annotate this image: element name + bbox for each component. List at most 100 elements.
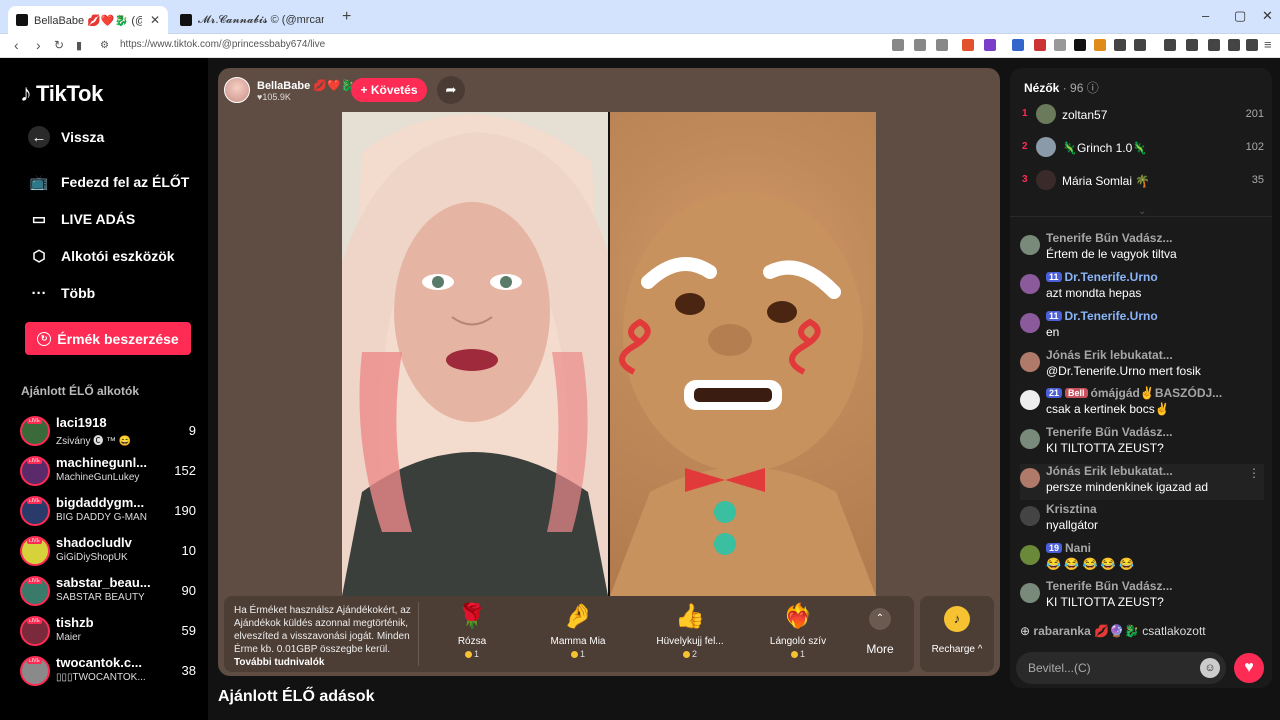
gift-mamma-mia[interactable]: 🤌 Mamma Mia 1 [530,602,626,666]
sidebar-item-creator-tools[interactable]: ⬡ Alkotói eszközök [28,245,175,267]
heart-icon[interactable]: ♥ [1234,653,1264,683]
tiktok-favicon-icon [180,14,192,26]
video-feed-right [610,112,876,596]
avatar: LIVE [20,536,50,566]
browser-tab[interactable]: 𝓜𝓻.𝓒𝓪𝓷𝓷𝓪𝓫𝓲𝓼 © (@mrcannabis_) [172,6,332,34]
avatar: LIVE [20,616,50,646]
join-icon: ⊕ [1020,624,1031,638]
extension-icon[interactable] [1034,39,1046,51]
chat-message[interactable]: 21 Bell ómájgád✌BASZÓDJ... csak a kertinek… [1020,386,1264,422]
brave-shield-icon[interactable] [962,39,974,51]
sidebar-item-label: Alkotói eszközök [61,248,175,264]
extension-icon[interactable] [1094,39,1106,51]
viewers-title[interactable]: Nézők · 96 ⓘ [1024,79,1099,96]
chat-input[interactable]: Bevitel...(C) [1016,652,1226,684]
chat-message[interactable]: Tenerife Bűn Vadász... Értem de le vagyo… [1020,231,1264,267]
creator-item[interactable]: LIVE laci1918 Zsivány 🅒 ™ 😄 9 [20,414,196,448]
viewer-row[interactable]: 2 🦎Grinch 1.0🦎 102 [1022,135,1264,161]
chat-message[interactable]: 19 Nani 😂 😂 😂 😂 😂 [1020,541,1264,577]
creator-item[interactable]: LIVE tishzb Maier 59 [20,614,196,648]
viewer-row[interactable]: 1 zoltan57 201 [1022,102,1264,128]
avatar: LIVE [20,496,50,526]
minimize-button[interactable]: – [1202,8,1209,23]
zoom-icon[interactable] [914,39,926,51]
coin-icon: ↻ [37,331,52,346]
recharge-button[interactable]: ♪ Recharge ^ [920,596,994,672]
avatar [1020,506,1040,526]
more-info-link[interactable]: További tudnivalók [234,657,324,668]
url-text[interactable]: https://www.tiktok.com/@princessbaby674/… [120,39,325,50]
get-coins-button[interactable]: ↻ Érmék beszerzése [25,322,191,355]
chat-message[interactable]: Krisztina nyallgátor [1020,502,1264,538]
more-gifts-button[interactable]: ⌃ More [860,604,900,664]
host-name[interactable]: BellaBabe 💋❤️🐉 [257,79,354,92]
gift-rose[interactable]: 🌹 Rózsa 1 [424,602,520,666]
chat-message[interactable]: 11 Dr.Tenerife.Urno azt mondta hepas [1020,270,1264,306]
more-options-icon[interactable]: ⋮ [1248,466,1260,480]
sidebar-icon[interactable] [1186,39,1198,51]
chat-message[interactable]: Jónás Erik lebukatat... persze mindenkin… [1020,464,1264,500]
coin-icon [790,651,798,659]
follow-button[interactable]: + Követés [351,78,427,102]
site-info-icon[interactable]: ⚙ [100,40,109,51]
coin-icon: ♪ [944,606,970,632]
extension-icon[interactable] [1114,39,1126,51]
share-icon[interactable] [936,39,948,51]
maximize-button[interactable]: ▢ [1234,8,1246,24]
help-icon: ⓘ [1086,81,1099,95]
sidebar-item-more[interactable]: ··· Több [28,282,96,304]
host-avatar[interactable] [224,77,250,103]
chevron-up-icon: ⌃ [869,608,891,630]
tiktok-logo[interactable]: ♪ TikTok [20,80,103,108]
creator-item[interactable]: LIVE shadocludlv GiGiDiyShopUK 10 [20,534,196,568]
sidebar-item-label: Vissza [61,129,105,145]
sidebar-item-explore-live[interactable]: 📺 Fedezd fel az ÉLŐT [28,171,190,193]
creator-item[interactable]: LIVE twocantok.c... ▯▯▯TWOCANTOK... 38 [20,654,196,688]
creator-item[interactable]: LIVE bigdaddygm... BIG DADDY G-MAN 190 [20,494,196,528]
forward-icon[interactable]: › [36,37,41,53]
creator-item[interactable]: LIVE sabstar_beau... SABSTAR BEAUTY 90 [20,574,196,608]
woman-video-illustration [342,112,608,596]
avatar [1020,390,1040,410]
extension-icon[interactable] [1012,39,1024,51]
coin-icon [682,651,690,659]
leo-icon[interactable] [1228,39,1240,51]
avatar [1036,170,1056,190]
new-tab-button[interactable]: + [342,8,351,26]
browser-tab-active[interactable]: BellaBabe 💋❤️🐉 (@princess ✕ [8,6,168,34]
vpn-icon[interactable] [1246,39,1258,51]
bookmark-icon[interactable]: ▮ [76,39,82,52]
menu-icon[interactable]: ≡ [1264,37,1272,52]
coin-icon [570,651,578,659]
extension-icon[interactable] [1074,39,1086,51]
emoji-icon[interactable]: ☺ [1200,658,1220,678]
join-notification: ⊕ rabaranka 💋🔮🐉 csatlakozott [1020,624,1206,638]
back-icon[interactable]: ‹ [14,37,19,53]
gift-heart-on-fire[interactable]: ❤️‍🔥 Lángoló szív 1 [750,602,846,666]
more-icon: ··· [31,284,47,302]
gift-thumbs-up[interactable]: 👍 Hüvelykujj fel... 2 [642,602,738,666]
rewards-icon[interactable] [984,39,996,51]
reload-icon[interactable]: ↻ [54,38,64,52]
close-window-button[interactable]: ✕ [1262,8,1273,24]
extension-icon[interactable] [1164,39,1176,51]
close-tab-icon[interactable]: ✕ [142,13,160,27]
recommended-live-title: Ajánlott ÉLŐ adások [218,688,375,705]
rose-icon: 🌹 [457,603,487,630]
extension-icon[interactable] [1134,39,1146,51]
recommended-creators-title: Ajánlott ÉLŐ alkotók [21,384,140,398]
extension-icon[interactable] [1054,39,1066,51]
share-icon[interactable]: ➦ [437,76,465,104]
chat-message[interactable]: Jónás Erik lebukatat... @Dr.Tenerife.Urn… [1020,348,1264,384]
chat-message[interactable]: Tenerife Bűn Vadász... KI TILTOTTA ZEUST… [1020,425,1264,461]
wallet-icon[interactable] [1208,39,1220,51]
sidebar-item-back[interactable]: ← Vissza [28,126,104,148]
creator-item[interactable]: LIVE machinegunl... MachineGunLukey 152 [20,454,196,488]
viewer-row[interactable]: 3 Mária Somlai 🌴 35 [1022,168,1264,194]
chat-message[interactable]: Tenerife Bűn Vadász... KI TILTOTTA ZEUST… [1020,579,1264,615]
chat-message[interactable]: 11 Dr.Tenerife.Urno en [1020,309,1264,345]
host-likes: ♥105.9K [257,92,291,102]
tiktok-note-icon: ♪ [20,80,32,107]
extension-icon[interactable] [892,39,904,51]
sidebar-item-go-live[interactable]: ▭ LIVE ADÁS [28,208,135,230]
